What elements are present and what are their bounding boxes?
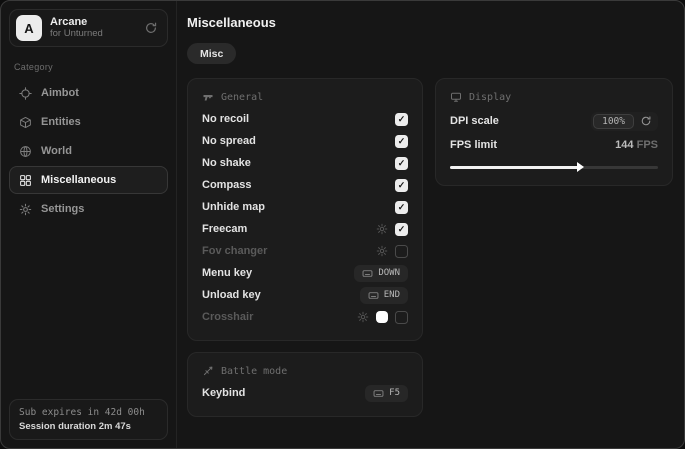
app-logo: A	[16, 15, 42, 41]
cube-icon	[19, 116, 32, 129]
crosshair-checkbox[interactable]: ✓	[395, 311, 408, 324]
unhide-map-checkbox[interactable]: ✓	[395, 201, 408, 214]
setting-label: Unhide map	[202, 201, 265, 213]
crosshair-icon	[19, 87, 32, 100]
fps-unit: FPS	[637, 139, 658, 151]
setting-row-no-recoil: No recoil ✓	[202, 108, 408, 130]
sidebar-item-aimbot[interactable]: Aimbot	[9, 79, 168, 107]
setting-label: Crosshair	[202, 311, 253, 323]
setting-label: DPI scale	[450, 115, 499, 127]
dpi-scale-control[interactable]: 100%	[591, 112, 658, 131]
fov-settings-gear-icon[interactable]	[376, 245, 388, 257]
sidebar-item-label: Settings	[41, 203, 84, 215]
general-icon	[202, 91, 214, 103]
menu-key-binding[interactable]: DOWN	[354, 265, 408, 282]
fov-changer-checkbox[interactable]: ✓	[395, 245, 408, 258]
key-value: END	[384, 290, 400, 300]
page-title: Miscellaneous	[187, 15, 673, 30]
fps-slider[interactable]	[450, 161, 658, 173]
no-spread-checkbox[interactable]: ✓	[395, 135, 408, 148]
sidebar-item-label: World	[41, 145, 72, 157]
category-label: Category	[14, 62, 168, 72]
setting-row-unhide-map: Unhide map ✓	[202, 196, 408, 218]
setting-label: No shake	[202, 157, 251, 169]
keyboard-icon	[373, 388, 384, 399]
subscription-info: Sub expires in 42d 00h Session duration …	[9, 399, 168, 440]
slider-fill	[450, 166, 579, 169]
battle-mode-card: Battle mode Keybind F5	[187, 352, 423, 417]
gear-icon	[19, 203, 32, 216]
sidebar-item-label: Aimbot	[41, 87, 79, 99]
keyboard-icon	[362, 268, 373, 279]
brand-card: A Arcane for Unturned	[9, 9, 168, 47]
setting-label: No recoil	[202, 113, 249, 125]
dpi-value: 100%	[593, 114, 634, 129]
main-panel: Miscellaneous Misc General No rec	[177, 1, 685, 448]
no-recoil-checkbox[interactable]: ✓	[395, 113, 408, 126]
setting-row-menu-key: Menu key DOWN	[202, 262, 408, 284]
refresh-icon[interactable]	[144, 21, 158, 35]
globe-icon	[19, 145, 32, 158]
session-duration-text: Session duration 2m 47s	[19, 421, 158, 432]
compass-checkbox[interactable]: ✓	[395, 179, 408, 192]
setting-label: Freecam	[202, 223, 247, 235]
keyboard-icon	[368, 290, 379, 301]
tab-misc[interactable]: Misc	[187, 43, 236, 64]
monitor-icon	[450, 91, 462, 103]
setting-row-no-shake: No shake ✓	[202, 152, 408, 174]
section-title: Display	[469, 92, 511, 103]
sidebar-item-label: Miscellaneous	[41, 174, 116, 186]
setting-row-unload-key: Unload key END	[202, 284, 408, 306]
key-value: DOWN	[378, 268, 400, 278]
battle-keybind-binding[interactable]: F5	[365, 385, 408, 402]
general-card: General No recoil ✓ No spread ✓ No shake…	[187, 78, 423, 341]
unload-key-binding[interactable]: END	[360, 287, 408, 304]
setting-label: Compass	[202, 179, 252, 191]
key-value: F5	[389, 388, 400, 398]
fps-value: 144	[615, 139, 633, 151]
display-card: Display DPI scale 100%	[435, 78, 673, 186]
setting-row-compass: Compass ✓	[202, 174, 408, 196]
setting-label: No spread	[202, 135, 256, 147]
crosshair-color-swatch[interactable]	[376, 311, 388, 323]
setting-row-freecam: Freecam ✓	[202, 218, 408, 240]
sidebar-item-label: Entities	[41, 116, 81, 128]
sidebar-item-entities[interactable]: Entities	[9, 108, 168, 136]
setting-label: Unload key	[202, 289, 261, 301]
brand-name: Arcane	[50, 16, 103, 29]
dpi-reset-icon[interactable]	[640, 115, 652, 127]
grid-icon	[19, 174, 32, 187]
sidebar-item-world[interactable]: World	[9, 137, 168, 165]
sidebar-item-miscellaneous[interactable]: Miscellaneous	[9, 166, 168, 194]
no-shake-checkbox[interactable]: ✓	[395, 157, 408, 170]
setting-row-keybind: Keybind F5	[202, 382, 408, 404]
freecam-settings-gear-icon[interactable]	[376, 223, 388, 235]
setting-row-no-spread: No spread ✓	[202, 130, 408, 152]
setting-row-dpi-scale: DPI scale 100%	[450, 108, 658, 134]
crosshair-settings-gear-icon[interactable]	[357, 311, 369, 323]
setting-row-fov-changer: Fov changer ✓	[202, 240, 408, 262]
section-title: Battle mode	[221, 366, 287, 377]
setting-label: Menu key	[202, 267, 252, 279]
battle-mode-icon	[202, 365, 214, 377]
freecam-checkbox[interactable]: ✓	[395, 223, 408, 236]
brand-subtitle: for Unturned	[50, 29, 103, 40]
sub-expiry-text: Sub expires in 42d 00h	[19, 407, 158, 418]
setting-label: FPS limit	[450, 139, 497, 151]
section-title: General	[221, 92, 263, 103]
setting-label: Keybind	[202, 387, 245, 399]
slider-thumb[interactable]	[577, 162, 584, 172]
sidebar-item-settings[interactable]: Settings	[9, 195, 168, 223]
setting-row-fps-limit: FPS limit 144 FPS	[450, 134, 658, 156]
setting-row-crosshair: Crosshair ✓	[202, 306, 408, 328]
sidebar: A Arcane for Unturned Category Aimbot	[1, 1, 177, 448]
app-window: A Arcane for Unturned Category Aimbot	[0, 0, 685, 449]
setting-label: Fov changer	[202, 245, 267, 257]
